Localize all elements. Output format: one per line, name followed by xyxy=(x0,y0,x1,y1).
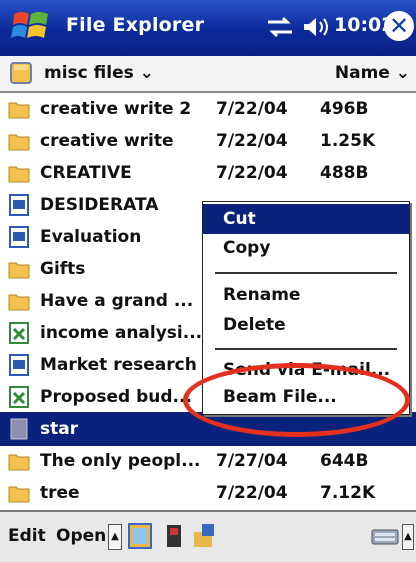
sort-dropdown[interactable]: Name ⌄ xyxy=(335,63,410,83)
edit-menu[interactable]: Edit xyxy=(8,526,46,546)
file-name: creative write xyxy=(40,131,174,151)
word-doc-icon xyxy=(9,194,29,216)
menu-separator xyxy=(215,272,397,274)
folder-view-icon[interactable] xyxy=(128,522,152,550)
file-name: Proposed bud... xyxy=(40,387,192,407)
file-size: 488B xyxy=(320,163,369,183)
menu-separator xyxy=(215,348,397,350)
folder-icon xyxy=(8,454,30,471)
folder-icon xyxy=(8,102,30,119)
input-panel-arrow[interactable]: ▲ xyxy=(402,524,414,550)
folder-icon xyxy=(8,134,30,151)
folder-icon xyxy=(8,262,30,279)
network-share-icon[interactable] xyxy=(192,522,216,550)
excel-sheet-icon xyxy=(9,322,29,344)
folder-icon xyxy=(8,486,30,503)
open-menu[interactable]: Open xyxy=(56,526,106,546)
word-doc-icon xyxy=(9,226,29,248)
file-name: Have a grand ... xyxy=(40,291,194,311)
file-date: 7/22/04 xyxy=(216,99,288,119)
file-name: creative write 2 xyxy=(40,99,192,119)
title-bar: File Explorer 10:02 ✕ xyxy=(0,0,416,56)
file-name: tree xyxy=(40,483,80,503)
file-date: 7/22/04 xyxy=(216,131,288,151)
menu-item-label: Cut xyxy=(223,209,256,229)
file-date: 7/27/04 xyxy=(216,451,288,471)
image-file-icon xyxy=(10,418,28,440)
file-size: 1.25K xyxy=(320,131,376,151)
folder-dropdown[interactable]: misc files ⌄ xyxy=(44,63,154,83)
folder-icon xyxy=(8,294,30,311)
highlight-ellipse xyxy=(183,363,410,437)
file-name: income analysi... xyxy=(40,323,203,343)
folder-icon xyxy=(10,62,32,84)
file-name: The only peopl... xyxy=(40,451,201,471)
menu-item-label: Rename xyxy=(223,285,301,305)
word-doc-icon xyxy=(9,354,29,376)
connectivity-icon[interactable] xyxy=(265,14,295,40)
up-arrow-button[interactable]: ▲ xyxy=(108,524,122,550)
excel-sheet-icon xyxy=(9,386,29,408)
file-name: DESIDERATA xyxy=(40,195,159,215)
file-size: 496B xyxy=(320,99,369,119)
file-size: 644B xyxy=(320,451,369,471)
keyboard-icon[interactable] xyxy=(370,522,400,550)
file-row[interactable]: The only peopl... 7/27/04 644B xyxy=(0,444,416,478)
bottom-menu-bar: Edit Open ▲ ▲ xyxy=(0,510,416,562)
volume-icon[interactable] xyxy=(302,14,332,40)
file-row[interactable]: creative write 2 7/22/04 496B xyxy=(0,92,416,126)
start-flag-icon[interactable] xyxy=(10,6,52,48)
file-row[interactable]: tree 7/22/04 7.12K xyxy=(0,476,416,510)
menu-item-delete[interactable]: Delete xyxy=(203,310,409,340)
folder-icon xyxy=(8,166,30,183)
close-icon[interactable]: ✕ xyxy=(384,11,414,41)
menu-item-rename[interactable]: Rename xyxy=(203,280,409,310)
storage-card-icon[interactable] xyxy=(162,522,186,550)
file-date: 7/22/04 xyxy=(216,163,288,183)
file-size: 7.12K xyxy=(320,483,376,503)
file-name: Market research xyxy=(40,355,197,375)
menu-item-label: Copy xyxy=(223,238,271,258)
menu-item-cut[interactable]: Cut xyxy=(203,204,409,234)
file-name: Gifts xyxy=(40,259,86,279)
menu-item-label: Delete xyxy=(223,315,286,335)
file-row[interactable]: CREATIVE 7/22/04 488B xyxy=(0,156,416,190)
menu-item-copy[interactable]: Copy xyxy=(203,233,409,263)
file-name: CREATIVE xyxy=(40,163,132,183)
file-row[interactable]: creative write 7/22/04 1.25K xyxy=(0,124,416,158)
location-bar: misc files ⌄ Name ⌄ xyxy=(0,56,416,93)
file-date: 7/22/04 xyxy=(216,483,288,503)
app-title: File Explorer xyxy=(66,14,205,36)
file-name: star xyxy=(40,419,79,439)
file-name: Evaluation xyxy=(40,227,142,247)
